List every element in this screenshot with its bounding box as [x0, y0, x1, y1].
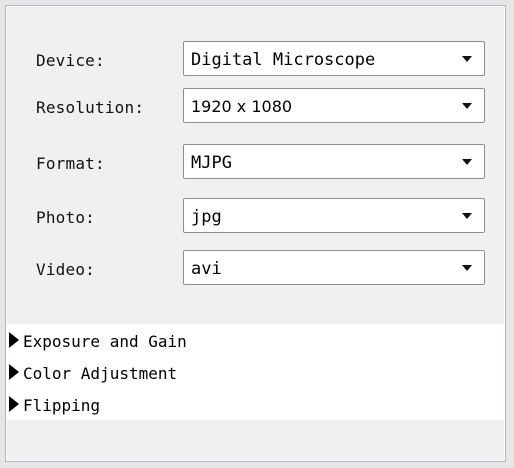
triangle-right-icon: [9, 364, 19, 380]
video-value: avi: [191, 259, 222, 279]
format-row: Format: MJPG: [6, 144, 505, 182]
triangle-right-icon: [9, 396, 19, 412]
photo-label: Photo:: [36, 208, 95, 227]
format-label: Format:: [36, 154, 105, 173]
device-value: Digital Microscope: [191, 50, 376, 70]
section-label: Exposure and Gain: [23, 332, 187, 351]
photo-row: Photo: jpg: [6, 198, 505, 236]
triangle-right-icon: [9, 332, 19, 348]
chevron-down-icon: [462, 103, 472, 109]
resolution-label: Resolution:: [36, 98, 145, 117]
device-row: Device: Digital Microscope: [6, 41, 505, 79]
format-value: MJPG: [191, 153, 232, 173]
capture-settings-panel: Device: Digital Microscope Resolution: 1…: [5, 5, 506, 462]
resolution-select[interactable]: 1920 x 1080: [183, 88, 485, 123]
chevron-down-icon: [462, 159, 472, 165]
settings-form: Device: Digital Microscope Resolution: 1…: [6, 6, 505, 306]
video-row: Video: avi: [6, 250, 505, 288]
section-label: Flipping: [23, 396, 101, 415]
device-select[interactable]: Digital Microscope: [183, 41, 485, 76]
chevron-down-icon: [462, 213, 472, 219]
photo-value: jpg: [191, 207, 222, 227]
resolution-value: 1920 x 1080: [191, 97, 293, 116]
photo-select[interactable]: jpg: [183, 198, 485, 233]
video-label: Video:: [36, 260, 95, 279]
chevron-down-icon: [462, 265, 472, 271]
device-label: Device:: [36, 51, 105, 70]
chevron-down-icon: [462, 56, 472, 62]
video-select[interactable]: avi: [183, 250, 485, 285]
resolution-row: Resolution: 1920 x 1080: [6, 88, 505, 126]
format-select[interactable]: MJPG: [183, 144, 485, 179]
section-color-adjustment[interactable]: Color Adjustment: [6, 356, 505, 388]
section-label: Color Adjustment: [23, 364, 178, 383]
section-flipping[interactable]: Flipping: [6, 388, 505, 420]
section-exposure-and-gain[interactable]: Exposure and Gain: [6, 324, 505, 356]
